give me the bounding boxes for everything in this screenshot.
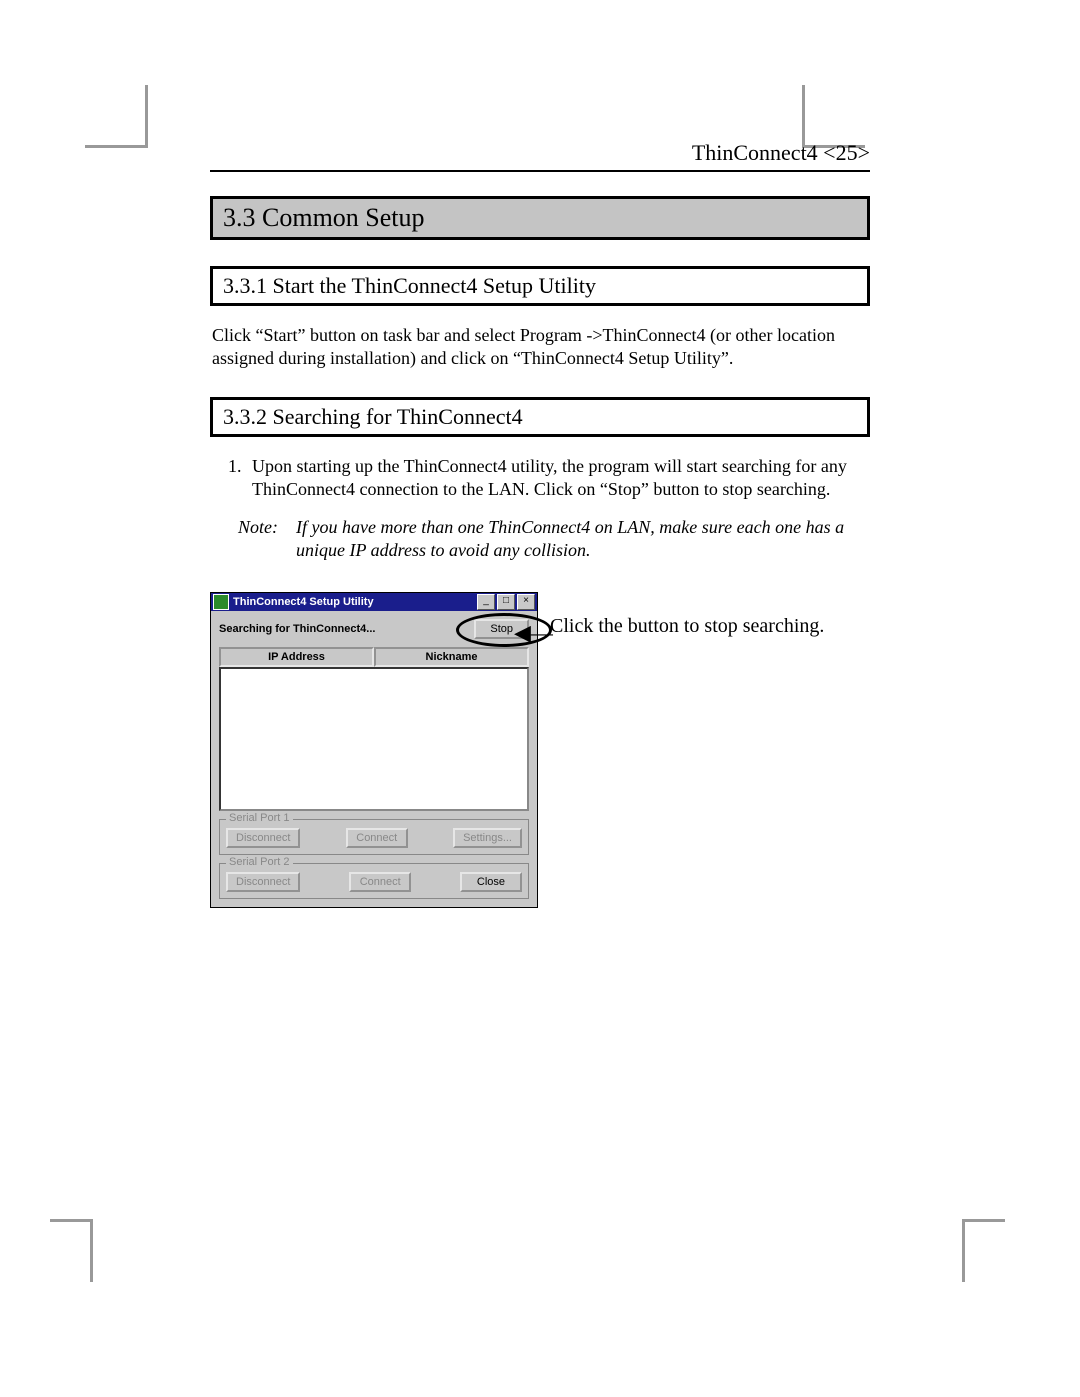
figure-row: ThinConnect4 Setup Utility _ □ × Searchi… <box>210 592 870 908</box>
close-button[interactable]: Close <box>460 872 522 892</box>
sp2-connect-button[interactable]: Connect <box>349 872 411 892</box>
note-text: If you have more than one ThinConnect4 o… <box>296 516 870 563</box>
serial-port-2-group: Serial Port 2 Disconnect Connect Close <box>219 863 529 899</box>
subsection-title-start-utility: 3.3.1 Start the ThinConnect4 Setup Utili… <box>210 266 870 306</box>
minimize-button[interactable]: _ <box>477 594 495 610</box>
close-window-button[interactable]: × <box>517 594 535 610</box>
window-body: Searching for ThinConnect4... Stop IP Ad… <box>211 611 537 907</box>
app-icon <box>213 594 229 610</box>
column-ip-address: IP Address <box>219 647 374 667</box>
app-window: ThinConnect4 Setup Utility _ □ × Searchi… <box>210 592 538 908</box>
page-header: ThinConnect4 <25> <box>210 140 870 166</box>
status-text: Searching for ThinConnect4... <box>219 623 375 635</box>
crop-mark <box>85 85 148 148</box>
crop-mark <box>962 1219 1005 1282</box>
sp1-connect-button[interactable]: Connect <box>346 828 408 848</box>
subsection-title-searching: 3.3.2 Searching for ThinConnect4 <box>210 397 870 437</box>
group-legend: Serial Port 1 <box>226 812 293 824</box>
sp2-disconnect-button[interactable]: Disconnect <box>226 872 300 892</box>
list-header: IP Address Nickname <box>219 647 529 667</box>
sp1-settings-button[interactable]: Settings... <box>453 828 522 848</box>
titlebar: ThinConnect4 Setup Utility _ □ × <box>211 593 537 611</box>
crop-mark <box>50 1219 93 1282</box>
numbered-list: Upon starting up the ThinConnect4 utilit… <box>210 455 870 502</box>
maximize-button[interactable]: □ <box>497 594 515 610</box>
paragraph: Click “Start” button on task bar and sel… <box>212 324 870 371</box>
serial-port-1-group: Serial Port 1 Disconnect Connect Setting… <box>219 819 529 855</box>
results-list[interactable] <box>219 667 529 811</box>
note: Note: If you have more than one ThinConn… <box>238 516 870 563</box>
content-area: ThinConnect4 <25> 3.3 Common Setup 3.3.1… <box>210 140 870 908</box>
sp1-disconnect-button[interactable]: Disconnect <box>226 828 300 848</box>
document-page: ThinConnect4 <25> 3.3 Common Setup 3.3.1… <box>0 0 1080 1397</box>
header-rule <box>210 170 870 172</box>
column-nickname: Nickname <box>374 647 529 667</box>
crop-mark <box>802 85 865 148</box>
callout-text: ◀— Click the button to stop searching. <box>550 614 824 638</box>
callout-label: Click the button to stop searching. <box>550 615 824 637</box>
arrow-left-icon: ◀— <box>514 620 553 646</box>
group-legend: Serial Port 2 <box>226 856 293 868</box>
status-row: Searching for ThinConnect4... Stop <box>219 619 529 639</box>
window-title: ThinConnect4 Setup Utility <box>233 596 475 608</box>
note-label: Note: <box>238 516 296 563</box>
list-item: Upon starting up the ThinConnect4 utilit… <box>246 455 870 502</box>
section-title: 3.3 Common Setup <box>210 196 870 240</box>
